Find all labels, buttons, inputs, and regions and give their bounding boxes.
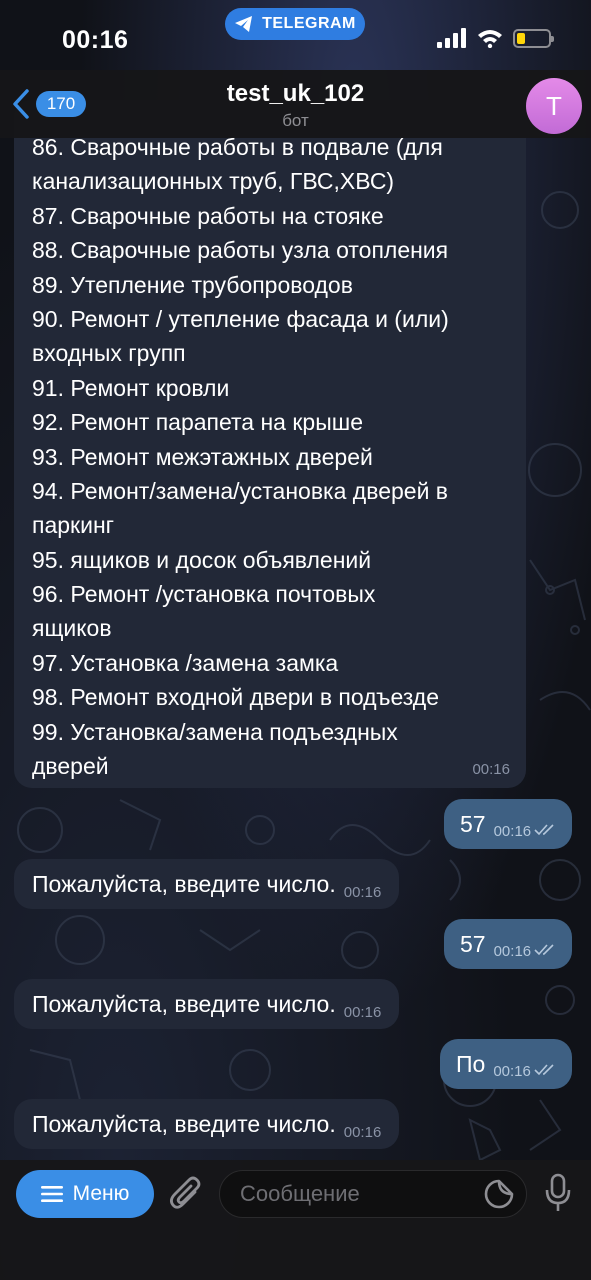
message-line: входных групп [32, 340, 186, 367]
message-line: канализационных труб, ГВС,ХВС) [32, 168, 395, 195]
microphone-button[interactable] [544, 1173, 572, 1213]
cellular-signal-icon [437, 28, 466, 48]
read-checkmarks-icon [534, 823, 558, 837]
message-line: 90. Ремонт / утепление фасада и (или) [32, 305, 449, 332]
attach-icon [170, 1176, 201, 1209]
bot-menu-button[interactable]: Меню [16, 1170, 154, 1218]
menu-lines-icon [40, 1186, 63, 1202]
message-line: 98. Ремонт входной двери в подъезде [32, 684, 439, 711]
message-line: 89. Утепление трубопроводов [32, 271, 353, 298]
read-checkmarks-icon [534, 1063, 558, 1077]
message-line: 94. Ремонт/замена/установка дверей в [32, 477, 449, 504]
avatar-letter: T [546, 90, 562, 121]
message-time: 00:16 [493, 1062, 531, 1080]
message-text: 57 [460, 930, 486, 957]
battery-level [517, 32, 525, 44]
composer-bar: Меню Сообщение [0, 1160, 591, 1280]
status-bar: 00:16 TELEGRAM [0, 0, 591, 70]
microphone-icon [545, 1173, 571, 1211]
message-line: дверей [32, 753, 109, 780]
message-time: 00:16 [343, 883, 382, 901]
message-time: 00:16 [493, 822, 532, 840]
incoming-message[interactable]: Пожалуйста, введите число. 00:16 [14, 859, 400, 909]
telegram-pill[interactable]: TELEGRAM [225, 8, 365, 40]
message-line: 97. Установка /замена замка [32, 649, 339, 676]
telegram-pill-label: TELEGRAM [262, 15, 356, 32]
message-line: 92. Ремонт парапета на крыше [32, 409, 363, 436]
attach-button[interactable] [168, 1174, 204, 1214]
message-line: паркинг [32, 512, 115, 539]
outgoing-message[interactable]: По 00:16 [440, 1039, 572, 1089]
incoming-message-list[interactable]: 86. Сварочные работы в подвале (для канал… [14, 100, 526, 788]
message-input[interactable]: Сообщение [219, 1170, 527, 1218]
status-icons [437, 28, 554, 48]
message-text: 57 [460, 810, 486, 837]
message-text: Пожалуйста, введите число. [32, 1110, 336, 1137]
message-text-lines: 86. Сварочные работы в подвале (для канал… [32, 130, 508, 783]
message-line: ящиков [32, 615, 112, 642]
message-line: 99. Установка/замена подъездных [32, 718, 398, 745]
message-time: 00:16 [343, 1003, 382, 1021]
message-text: Пожалуйста, введите число. [32, 870, 336, 897]
incoming-message[interactable]: Пожалуйста, введите число. 00:16 [14, 1099, 400, 1149]
outgoing-message[interactable]: 57 00:16 [444, 919, 573, 969]
chat-header: 170 test_uk_102 бот T [0, 70, 591, 138]
status-time: 00:16 [62, 26, 129, 54]
chat-subtitle: бот [282, 111, 309, 130]
battery-icon [513, 28, 554, 48]
avatar[interactable]: T [526, 78, 582, 134]
wifi-icon [478, 30, 502, 48]
incoming-message[interactable]: Пожалуйста, введите число. 00:16 [14, 979, 400, 1029]
message-line: 88. Сварочные работы узла отопления [32, 237, 449, 264]
telegram-plane-icon [235, 16, 253, 32]
sticker-icon [484, 1179, 514, 1209]
message-text: Пожалуйста, введите число. [32, 990, 336, 1017]
message-time: 00:16 [343, 1123, 382, 1141]
message-line: 96. Ремонт /установка почтовых [32, 581, 376, 608]
message-list[interactable]: 86. Сварочные работы в подвале (для канал… [0, 0, 591, 1160]
sticker-button[interactable] [484, 1179, 514, 1209]
message-line: 91. Ремонт кровли [32, 374, 230, 401]
message-line: 87. Сварочные работы на стояке [32, 202, 384, 229]
chat-title[interactable]: test_uk_102 [0, 80, 591, 108]
message-line: 95. ящиков и досок объявлений [32, 546, 372, 573]
message-time: 00:16 [493, 942, 532, 960]
message-line: 93. Ремонт межэтажных дверей [32, 443, 373, 470]
outgoing-message[interactable]: 57 00:16 [444, 799, 573, 849]
message-text: По [456, 1050, 486, 1077]
menu-label: Меню [72, 1182, 130, 1205]
read-checkmarks-icon [534, 943, 558, 957]
message-input-placeholder: Сообщение [240, 1181, 360, 1206]
message-time: 00:16 [472, 761, 510, 778]
